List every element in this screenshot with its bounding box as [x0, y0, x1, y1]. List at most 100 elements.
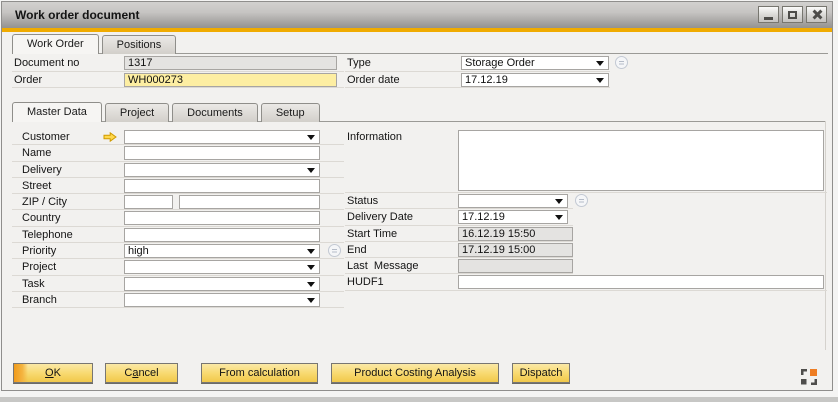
- customer-combobox[interactable]: [124, 130, 320, 144]
- information-textarea[interactable]: [458, 130, 824, 191]
- chevron-down-icon: [596, 78, 604, 83]
- dispatch-button[interactable]: Dispatch: [512, 363, 570, 383]
- order-field[interactable]: [124, 73, 337, 87]
- tab-project[interactable]: Project: [105, 103, 169, 122]
- minimize-button[interactable]: [758, 6, 779, 23]
- maximize-button[interactable]: [782, 6, 803, 23]
- end-field: [458, 243, 573, 257]
- delivery-row: Delivery: [12, 162, 344, 178]
- end-row: End: [345, 242, 827, 258]
- street-input[interactable]: [124, 179, 320, 193]
- information-row: Information: [345, 129, 827, 193]
- master-data-tabstrip: Master Data Project Documents Setup: [12, 102, 323, 122]
- branch-label: Branch: [22, 292, 57, 308]
- city-input[interactable]: [179, 195, 320, 209]
- order-date-label: Order date: [347, 72, 400, 88]
- close-icon: [811, 9, 822, 20]
- delivery-date-combobox[interactable]: 17.12.19: [458, 210, 568, 224]
- master-data-right: Information Status Delivery Date 17.12.1…: [345, 129, 827, 291]
- zip-input[interactable]: [124, 195, 173, 209]
- cancel-button[interactable]: Cancel: [105, 363, 178, 383]
- information-label: Information: [347, 129, 402, 145]
- project-combobox[interactable]: [124, 260, 320, 274]
- product-costing-analysis-button[interactable]: Product Costing Analysis: [331, 363, 499, 383]
- tab-documents[interactable]: Documents: [172, 103, 258, 122]
- document-no-row: Document no: [12, 55, 344, 72]
- start-time-row: Start Time: [345, 226, 827, 242]
- end-label: End: [347, 242, 367, 258]
- status-row: Status: [345, 193, 827, 209]
- start-time-label: Start Time: [347, 226, 397, 242]
- work-order-document-window: Work order document Work Order Positions…: [1, 1, 833, 391]
- priority-label: Priority: [22, 243, 56, 259]
- priority-row: Priority high: [12, 243, 344, 259]
- branch-combobox[interactable]: [124, 293, 320, 307]
- name-input[interactable]: [124, 146, 320, 160]
- button-bar: OK Cancel From calculation Product Costi…: [2, 363, 832, 384]
- type-value: Storage Order: [465, 57, 535, 69]
- name-label: Name: [22, 145, 51, 161]
- customer-row: Customer: [12, 129, 344, 145]
- link-arrow-icon[interactable]: [103, 132, 117, 142]
- zip-city-label: ZIP / City: [22, 194, 67, 210]
- chevron-down-icon: [307, 168, 315, 173]
- order-date-row: Order date 17.12.19: [345, 72, 635, 89]
- document-no-field: [124, 56, 337, 70]
- chevron-down-icon: [555, 215, 563, 220]
- task-combobox[interactable]: [124, 277, 320, 291]
- hudf1-input[interactable]: [458, 275, 824, 289]
- project-row: Project: [12, 259, 344, 275]
- priority-value: high: [128, 245, 149, 257]
- order-date-combobox[interactable]: 17.12.19: [461, 73, 609, 87]
- window-title: Work order document: [2, 8, 139, 22]
- title-bar[interactable]: Work order document: [2, 2, 832, 28]
- tab-work-order[interactable]: Work Order: [12, 34, 99, 54]
- zip-city-row: ZIP / City: [12, 194, 344, 210]
- tab-master-data[interactable]: Master Data: [12, 102, 102, 122]
- chevron-down-icon: [307, 135, 315, 140]
- start-time-field: [458, 227, 573, 241]
- last-message-row: Last Message: [345, 258, 827, 274]
- hudf1-row: HUDF1: [345, 274, 827, 290]
- delivery-date-label: Delivery Date: [347, 209, 413, 225]
- order-row: Order: [12, 72, 344, 89]
- task-row: Task: [12, 276, 344, 292]
- delivery-label: Delivery: [22, 162, 62, 178]
- chevron-down-icon: [307, 282, 315, 287]
- close-button[interactable]: [806, 6, 827, 23]
- header-fields-right: Type Storage Order Order date 17.12.19: [345, 55, 635, 88]
- type-list-icon[interactable]: [615, 56, 628, 69]
- status-combobox[interactable]: [458, 194, 568, 208]
- document-no-label: Document no: [14, 55, 79, 71]
- country-label: Country: [22, 210, 61, 226]
- from-calculation-button[interactable]: From calculation: [201, 363, 318, 383]
- telephone-row: Telephone: [12, 227, 344, 243]
- type-combobox[interactable]: Storage Order: [461, 56, 609, 70]
- order-date-value: 17.12.19: [465, 74, 508, 86]
- street-label: Street: [22, 178, 51, 194]
- accent-bar: [2, 28, 832, 32]
- priority-list-icon[interactable]: [328, 244, 341, 257]
- header-fields-left: Document no Order: [12, 55, 344, 88]
- customer-label: Customer: [22, 129, 70, 145]
- task-label: Task: [22, 276, 45, 292]
- telephone-label: Telephone: [22, 227, 73, 243]
- chevron-down-icon: [555, 199, 563, 204]
- priority-combobox[interactable]: high: [124, 244, 320, 258]
- tab-setup[interactable]: Setup: [261, 103, 320, 122]
- tab-positions[interactable]: Positions: [102, 35, 177, 54]
- master-data-left: Customer Name Delivery Street ZIP /: [12, 129, 344, 308]
- delivery-combobox[interactable]: [124, 163, 320, 177]
- ok-button[interactable]: OK: [13, 363, 93, 383]
- telephone-input[interactable]: [124, 228, 320, 242]
- status-list-icon[interactable]: [575, 194, 588, 207]
- delivery-date-value: 17.12.19: [462, 211, 505, 223]
- country-row: Country: [12, 210, 344, 226]
- document-tabstrip: Work Order Positions: [12, 34, 179, 54]
- status-label: Status: [347, 193, 378, 209]
- form-resize-icon[interactable]: [801, 369, 817, 385]
- country-input[interactable]: [124, 211, 320, 225]
- last-message-field: [458, 259, 573, 273]
- project-label: Project: [22, 259, 56, 275]
- desktop-strip: [0, 397, 838, 402]
